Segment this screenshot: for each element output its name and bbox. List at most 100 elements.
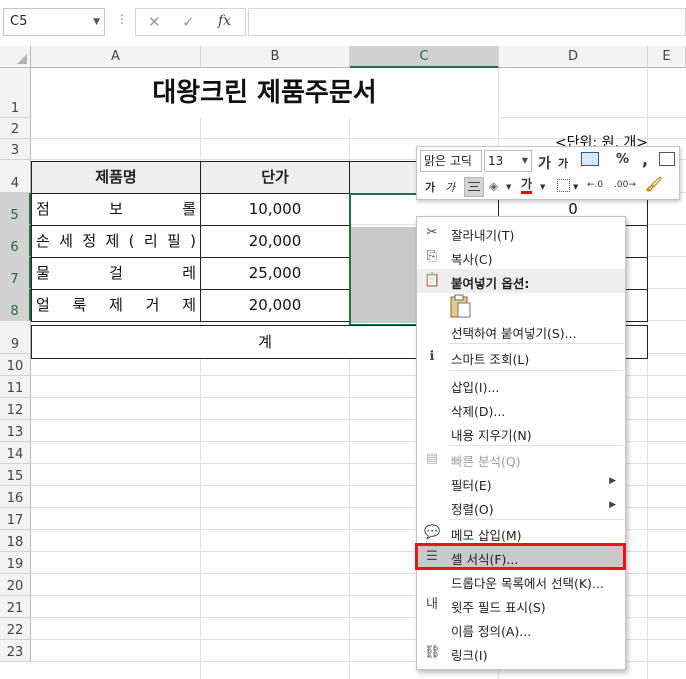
select-all-button[interactable] <box>0 46 31 68</box>
row-header[interactable]: 3 <box>0 139 31 160</box>
name-box[interactable]: C5 ▼ <box>3 8 105 36</box>
context-menu-label: 삽입(I)... <box>451 380 500 395</box>
context-menu-item[interactable]: 내 윗주 필드 표시(S) <box>417 593 625 617</box>
context-menu-item[interactable]: 💬 메모 삽입(M) <box>417 521 625 545</box>
row-header[interactable]: 7 <box>0 257 31 289</box>
column-header-b[interactable]: B <box>201 46 350 68</box>
row-number: 6 <box>10 240 19 255</box>
context-menu-item[interactable]: ☰ 셀 서식(F)... <box>417 545 625 569</box>
accounting-format-icon[interactable] <box>581 152 599 166</box>
row-number: 23 <box>6 645 24 660</box>
row-header[interactable]: 22 <box>0 618 31 640</box>
product-name-cell[interactable]: 점보롤 <box>31 193 201 226</box>
context-menu-item[interactable]: ⛓ 링크(I) <box>417 641 625 665</box>
row-header[interactable]: 14 <box>0 442 31 464</box>
row-header[interactable]: 18 <box>0 530 31 552</box>
grow-font-icon[interactable]: 가 <box>538 153 551 173</box>
italic-icon[interactable]: 가 <box>445 179 455 195</box>
row-header[interactable]: 17 <box>0 508 31 530</box>
context-menu-item[interactable]: 선택하여 붙여넣기(S)... <box>417 319 625 343</box>
format-painter-icon[interactable]: 🖌 <box>645 177 663 193</box>
format-painter-table-icon[interactable] <box>659 152 675 166</box>
product-name-char: 보 <box>109 200 123 218</box>
column-header-c[interactable]: C <box>350 46 499 68</box>
row-number: 3 <box>10 143 20 158</box>
enter-icon[interactable]: ✓ <box>182 13 195 31</box>
context-menu-item[interactable]: 삽입(I)... <box>417 373 625 397</box>
header-unit-price[interactable]: 단가 <box>200 161 350 194</box>
context-menu-item[interactable]: 이름 정의(A)... <box>417 617 625 641</box>
chevron-down-icon[interactable]: ▼ <box>540 183 545 191</box>
sheet-title[interactable]: 대왕크린 제품주문서 <box>31 68 498 118</box>
font-name-box[interactable]: 맑은 고딕 <box>420 150 482 172</box>
chevron-down-icon[interactable]: ▼ <box>522 151 528 171</box>
row-header[interactable]: 9 <box>0 321 31 354</box>
context-menu-item[interactable]: 필터(E) ▶ <box>417 471 625 495</box>
row-header[interactable]: 2 <box>0 118 31 139</box>
unit-price-cell[interactable]: 10,000 <box>200 193 350 226</box>
percent-style-icon[interactable]: % <box>616 152 629 167</box>
context-menu-item[interactable]: ▤ 빠른 분석(Q) <box>417 447 625 471</box>
row-header[interactable]: 4 <box>0 160 31 193</box>
column-header-d[interactable]: D <box>499 46 648 68</box>
context-menu-item[interactable]: ✂ 잘라내기(T) <box>417 221 625 245</box>
row-number: 10 <box>6 359 24 374</box>
product-name-char: 점 <box>36 200 50 218</box>
row-header[interactable]: 23 <box>0 640 31 662</box>
context-menu-item[interactable]: 내용 지우기(N) <box>417 421 625 445</box>
insert-function-icon[interactable]: fx <box>218 13 231 29</box>
row-header[interactable]: 8 <box>0 289 31 321</box>
row-header[interactable]: 5 <box>0 193 31 225</box>
comma-style-icon[interactable]: , <box>642 150 648 169</box>
paste-button-icon[interactable] <box>449 293 471 319</box>
font-color-icon[interactable]: 가 <box>521 177 533 194</box>
row-header[interactable]: 6 <box>0 225 31 257</box>
center-align-icon[interactable] <box>464 177 484 197</box>
menu-separator <box>449 370 623 371</box>
column-header-e[interactable]: E <box>648 46 686 68</box>
row-header[interactable]: 19 <box>0 552 31 574</box>
submenu-arrow-icon: ▶ <box>609 476 616 486</box>
menu-separator <box>449 343 623 344</box>
unit-price-cell[interactable]: 20,000 <box>200 289 350 322</box>
context-menu-item[interactable]: ℹ 스마트 조회(L) <box>417 345 625 369</box>
product-name-cell[interactable]: 물걸레 <box>31 257 201 290</box>
formula-input[interactable] <box>248 8 686 36</box>
unit-price-cell[interactable]: 20,000 <box>200 225 350 258</box>
fill-color-icon[interactable]: ◈ <box>489 179 498 193</box>
name-box-value: C5 <box>10 14 28 29</box>
row-header[interactable]: 1 <box>0 68 31 118</box>
context-menu-item[interactable]: ⎘ 복사(C) <box>417 245 625 269</box>
menu-separator <box>449 519 623 520</box>
context-menu-item[interactable]: 드롭다운 목록에서 선택(K)... <box>417 569 625 593</box>
product-name-char: 물 <box>36 264 50 282</box>
row-header[interactable]: 11 <box>0 376 31 398</box>
chevron-down-icon[interactable]: ▼ <box>573 183 578 191</box>
row-header[interactable]: 12 <box>0 398 31 420</box>
product-name-cell[interactable]: 손 세 정 제 (리 필) <box>31 225 201 258</box>
shrink-font-icon[interactable]: 가 <box>558 155 568 171</box>
chevron-down-icon[interactable]: ▼ <box>93 9 100 35</box>
column-header-a[interactable]: A <box>31 46 201 68</box>
row-header[interactable]: 21 <box>0 596 31 618</box>
context-menu-label: 복사(C) <box>451 252 493 267</box>
row-header[interactable]: 10 <box>0 354 31 376</box>
unit-price-cell[interactable]: 25,000 <box>200 257 350 290</box>
row-header[interactable]: 15 <box>0 464 31 486</box>
cancel-icon[interactable]: ✕ <box>148 13 161 31</box>
increase-decimal-icon[interactable]: ←.0 <box>587 180 603 190</box>
chevron-down-icon[interactable]: ▼ <box>506 183 511 191</box>
product-name-cell[interactable]: 얼룩제거제 <box>31 289 201 322</box>
row-header[interactable]: 16 <box>0 486 31 508</box>
context-menu-item[interactable]: 정렬(O) ▶ <box>417 495 625 519</box>
borders-icon[interactable] <box>557 179 570 192</box>
context-menu-item[interactable]: 삭제(D)... <box>417 397 625 421</box>
bold-icon[interactable]: 가 <box>425 179 435 195</box>
header-product-name[interactable]: 제품명 <box>31 161 201 194</box>
decrease-decimal-icon[interactable]: .00→ <box>614 180 636 190</box>
row-header[interactable]: 13 <box>0 420 31 442</box>
row-header[interactable]: 20 <box>0 574 31 596</box>
smart-lookup-icon: ℹ <box>429 349 435 364</box>
formula-bar-buttons: ✕ ✓ fx <box>135 8 246 36</box>
font-size-box[interactable]: 13 ▼ <box>484 150 532 172</box>
